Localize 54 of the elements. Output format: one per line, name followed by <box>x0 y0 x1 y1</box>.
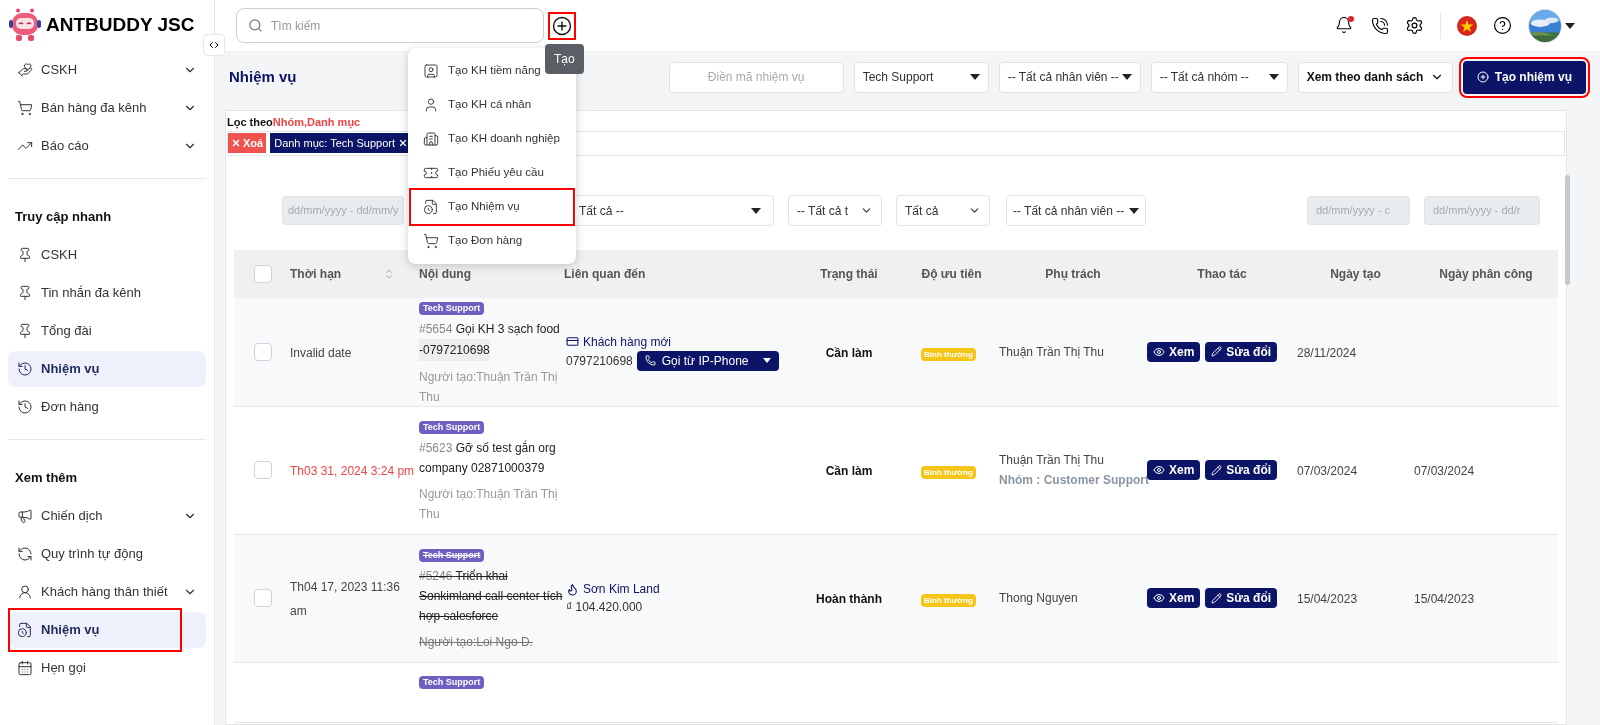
priority-badge: Bình thường <box>921 347 976 361</box>
deadline-text: Th04 17, 2023 11:36 am <box>290 580 400 618</box>
sidebar-item-label: Tin nhắn đa kênh <box>41 284 142 303</box>
creator-text: Người tạo:Thuận Trần Thị Thu <box>419 486 559 523</box>
sidebar-item-label: Báo cáo <box>41 137 90 156</box>
sidebar-item-label: Chiến dịch <box>41 507 104 526</box>
sidebar-item-label: CSKH <box>41 61 79 80</box>
filter-label: Lọc theo <box>227 115 273 131</box>
category-tag: Tech Support <box>419 301 485 315</box>
priority-badge: Bình thường <box>921 466 976 479</box>
status-text: Cần làm <box>825 464 873 478</box>
sidebar-item-label: CSKH <box>41 246 79 265</box>
assignee-name: Thuận Trần Thị Thu <box>999 343 1105 361</box>
assignee-name: Thong Nguyen <box>999 590 1079 607</box>
category-tag: Tech Support <box>419 549 485 562</box>
sidebar-item-label: Quy trình tự động <box>41 545 144 564</box>
sidebar-item-label: Đơn hàng <box>41 398 100 417</box>
created-date: 07/03/2024 <box>1297 464 1358 478</box>
menu-item-label: Tạo KH doanh nghiệp <box>448 131 560 147</box>
created-date: 28/11/2024 <box>1297 345 1357 360</box>
sidebar-item-label: Nhiệm vụ <box>41 360 101 379</box>
sidebar-item-label: Hẹn gọi <box>41 659 87 678</box>
category-tag: Tech Support <box>419 675 485 689</box>
section-title: Xem thêm <box>14 469 79 488</box>
menu-item-label: Tạo Phiếu yêu cầu <box>448 165 544 181</box>
created-date: 15/04/2023 <box>1297 592 1358 606</box>
priority-badge: Bình thường <box>921 594 976 607</box>
related-detail: ₫ 104.420.000 <box>566 599 643 616</box>
menu-item-label: Tạo KH cá nhân <box>448 97 532 113</box>
menu-item-label: Tạo Nhiệm vụ <box>448 199 520 215</box>
menu-item-label: Tạo KH tiềm năng <box>448 63 541 79</box>
group-name: Nhóm : Customer Support <box>999 472 1147 489</box>
sidebar-item-label: Tổng đài <box>41 322 93 341</box>
phone-number: -0797210698 <box>419 338 490 361</box>
assigned-date: 07/03/2024 <box>1414 464 1475 478</box>
tooltip: Tạo <box>545 44 584 74</box>
section-title: Truy cập nhanh <box>14 208 113 227</box>
related-detail: 0797210698 <box>566 352 633 370</box>
assignee-name: Thuận Trần Thị Thu <box>999 452 1105 469</box>
creator-text: Người tạo:Loi Ngo D. <box>419 634 534 651</box>
deadline-text: Th03 31, 2024 3:24 pm <box>290 464 415 478</box>
menu-item-label: Tạo Đơn hàng <box>448 233 523 249</box>
sidebar-item-label: Nhiệm vụ <box>41 621 101 640</box>
assigned-date: 15/04/2023 <box>1414 592 1475 606</box>
sidebar-item-label: Khách hàng thân thiết <box>41 583 169 602</box>
sidebar-item-label: Bán hàng đa kênh <box>41 99 148 118</box>
status-text: Hoàn thành <box>816 592 882 606</box>
category-tag: Tech Support <box>419 421 485 434</box>
deadline-text: Invalid date <box>290 345 352 360</box>
filter-fields: Nhóm,Danh mục <box>272 114 361 131</box>
page-title: Nhiệm vụ <box>229 66 297 87</box>
brand-name: ANTBUDDY JSC <box>46 12 195 37</box>
status-text: Cần làm <box>825 345 873 360</box>
creator-text: Người tạo:Thuận Trần Thị Thu <box>419 368 559 406</box>
